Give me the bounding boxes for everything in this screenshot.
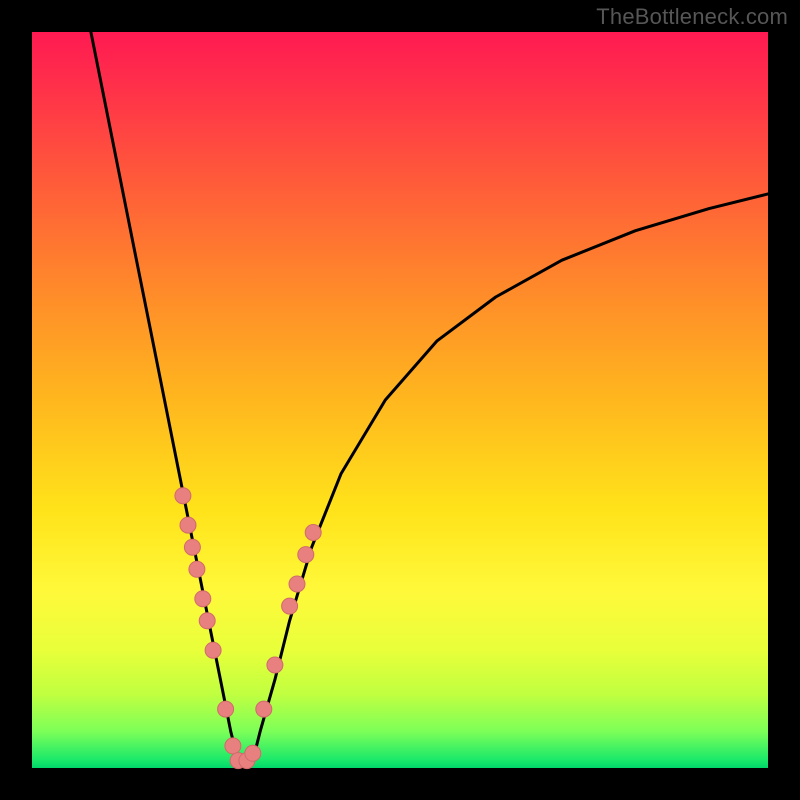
- right-branch-marker: [305, 525, 321, 541]
- left-branch-marker: [180, 517, 196, 533]
- right-branch-marker: [298, 547, 314, 563]
- left-branch-marker: [184, 539, 200, 555]
- right-branch-marker: [282, 598, 298, 614]
- markers-layer: [175, 488, 321, 769]
- right-branch-marker: [245, 745, 261, 761]
- right-branch-marker: [267, 657, 283, 673]
- bottleneck-chart-svg: [32, 32, 768, 768]
- left-branch-marker: [175, 488, 191, 504]
- left-branch-marker: [225, 738, 241, 754]
- left-branch-marker: [199, 613, 215, 629]
- right-branch-marker: [289, 576, 305, 592]
- bottleneck-curve-path: [91, 32, 768, 768]
- left-branch-marker: [218, 701, 234, 717]
- left-branch-marker: [195, 591, 211, 607]
- chart-frame: TheBottleneck.com: [0, 0, 800, 800]
- right-branch-marker: [256, 701, 272, 717]
- watermark-text: TheBottleneck.com: [596, 4, 788, 30]
- left-branch-marker: [205, 642, 221, 658]
- curve-layer: [91, 32, 768, 768]
- plot-area: [32, 32, 768, 768]
- left-branch-marker: [189, 561, 205, 577]
